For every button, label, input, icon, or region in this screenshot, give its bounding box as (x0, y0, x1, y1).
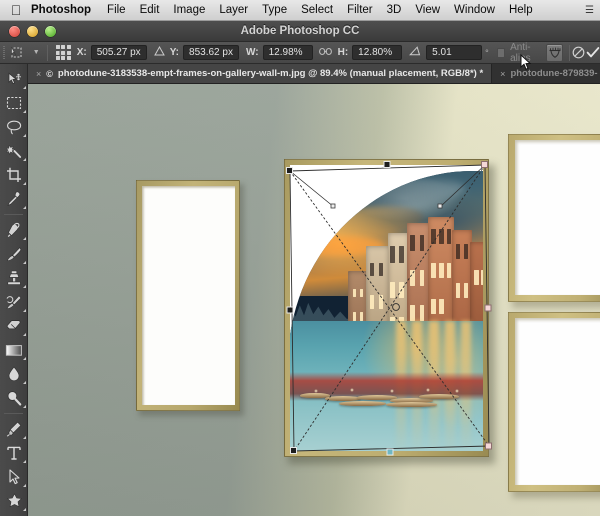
frame-matte (515, 318, 600, 485)
tab-title: photodune-3183538-empt-frames-on-gallery… (57, 68, 484, 79)
width-input[interactable]: 12.98% (262, 45, 313, 60)
menu-item-edit[interactable]: Edit (133, 1, 167, 20)
refpoint-middle-left[interactable] (55, 50, 60, 55)
macos-menu-bar:  Photoshop File Edit Image Layer Type S… (0, 0, 600, 21)
refpoint-bottom-left[interactable] (55, 56, 60, 60)
reference-point-selector[interactable] (55, 45, 71, 60)
cancel-transform-button[interactable] (572, 46, 586, 59)
move-tool-icon[interactable] (7, 42, 31, 64)
tab-close-icon[interactable]: × (36, 69, 41, 79)
photoshop-window:  Photoshop File Edit Image Layer Type S… (0, 0, 600, 516)
height-input[interactable]: 12.80% (352, 45, 403, 60)
angle-icon (409, 46, 421, 59)
document-canvas[interactable] (28, 84, 600, 516)
options-separator-1 (46, 44, 48, 61)
menu-item-filter[interactable]: Filter (340, 1, 380, 20)
menu-item-type[interactable]: Type (255, 1, 294, 20)
options-bar-grip[interactable] (0, 42, 7, 64)
clone-stamp-tool[interactable] (0, 266, 28, 290)
menu-item-photoshop[interactable]: Photoshop (24, 1, 100, 20)
tool-group-divider (4, 214, 23, 215)
lasso-tool[interactable] (0, 115, 28, 139)
tool-flyout-indicator (22, 85, 26, 89)
commit-transform-button[interactable] (586, 46, 600, 59)
menu-item-select[interactable]: Select (294, 1, 340, 20)
framed-photo-center[interactable] (284, 159, 495, 464)
menu-item-image[interactable]: Image (166, 1, 212, 20)
anti-alias-checkbox[interactable] (496, 47, 506, 58)
x-position-label: X: (76, 47, 87, 58)
tab-title: photodune-879839- (510, 68, 598, 79)
angle-unit-label: ° (485, 47, 489, 58)
magic-wand-tool[interactable] (0, 139, 28, 163)
menu-item-3d[interactable]: 3D (380, 1, 409, 20)
moored-boats (296, 387, 477, 417)
tool-palette (0, 64, 28, 516)
document-tab-bar: × © photodune-3183538-empt-frames-on-gal… (28, 64, 600, 84)
options-bar: ▼ X: 505.27 px Y: 853.62 px W: 12.98% H:… (0, 42, 600, 64)
custom-shape-tool[interactable] (0, 489, 28, 513)
app-title-bar: Adobe Photoshop CC (0, 21, 600, 42)
venice-photo (290, 165, 483, 451)
height-label: H: (337, 47, 349, 58)
tab-close-icon[interactable]: × (500, 69, 505, 79)
refpoint-bottom-right[interactable] (66, 56, 71, 60)
menu-item-layer[interactable]: Layer (212, 1, 255, 20)
move-tool[interactable] (0, 67, 28, 91)
gradient-tool[interactable] (0, 338, 28, 362)
refpoint-top-center[interactable] (61, 45, 66, 49)
menu-item-help[interactable]: Help (502, 1, 540, 20)
empty-frame-right-bottom[interactable] (508, 312, 600, 498)
app-title: Adobe Photoshop CC (240, 25, 360, 37)
tool-group-divider-2 (4, 413, 23, 414)
menu-item-window[interactable]: Window (447, 1, 502, 20)
dodge-tool[interactable] (0, 386, 28, 410)
document-tab-active[interactable]: × © photodune-3183538-empt-frames-on-gal… (28, 64, 493, 83)
rotation-angle-input[interactable]: 5.01 (426, 45, 483, 60)
refpoint-top-right[interactable] (66, 45, 71, 49)
warp-toggle-button[interactable] (546, 43, 563, 62)
apple-logo-icon[interactable]:  (8, 1, 24, 19)
copyright-badge-icon: © (46, 68, 53, 79)
venice-photo-warped-layer (290, 171, 483, 451)
frame-matte (142, 186, 235, 405)
blur-tool[interactable] (0, 362, 28, 386)
path-selection-tool[interactable] (0, 465, 28, 489)
link-icon[interactable] (318, 47, 332, 59)
history-brush-tool[interactable] (0, 290, 28, 314)
tool-preset-chevron-down-icon[interactable]: ▼ (31, 49, 42, 56)
refpoint-bottom-center[interactable] (61, 56, 66, 60)
rectangular-marquee-tool[interactable] (0, 91, 28, 115)
width-label: W: (246, 47, 259, 58)
x-position-input[interactable]: 505.27 px (90, 45, 147, 60)
relative-position-icon[interactable] (153, 45, 165, 59)
eraser-tool[interactable] (0, 314, 28, 338)
pen-tool[interactable] (0, 417, 28, 441)
menu-item-file[interactable]: File (100, 1, 133, 20)
y-position-input[interactable]: 853.62 px (183, 45, 240, 60)
y-position-label: Y: (169, 47, 180, 58)
type-tool[interactable] (0, 441, 28, 465)
empty-frame-right-top[interactable] (508, 134, 600, 308)
brush-tool[interactable] (0, 242, 28, 266)
document-tab-inactive[interactable]: × photodune-879839- (492, 64, 600, 83)
empty-frame-left[interactable] (136, 180, 244, 416)
refpoint-top-left[interactable] (55, 45, 60, 49)
crop-tool[interactable] (0, 163, 28, 187)
frame-matte (515, 140, 600, 295)
refpoint-center[interactable] (61, 50, 66, 55)
photo-placement-area[interactable] (290, 165, 483, 451)
spot-healing-brush-tool[interactable] (0, 218, 28, 242)
menu-item-view[interactable]: View (408, 1, 447, 20)
refpoint-middle-right[interactable] (66, 50, 71, 55)
eyedropper-tool[interactable] (0, 187, 28, 211)
menu-bar-status-area: ☰ (585, 5, 594, 16)
canal-water (290, 321, 483, 451)
anti-alias-label: Anti-alias (510, 41, 531, 64)
